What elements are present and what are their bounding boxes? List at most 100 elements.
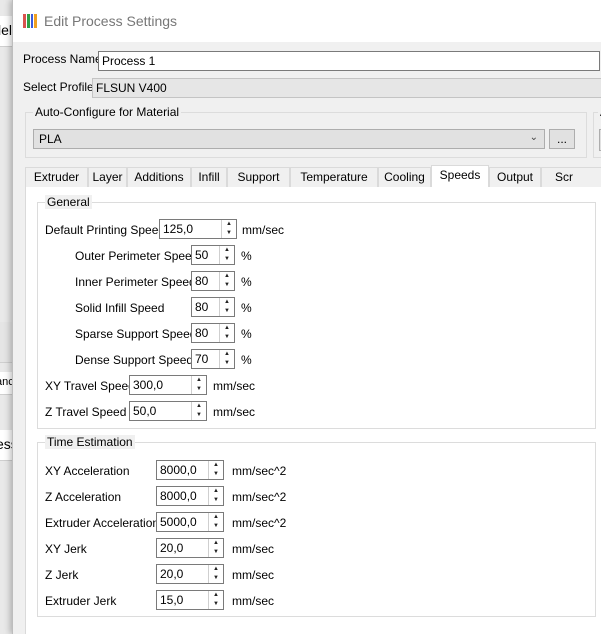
select-profile-label: Select Profile — [23, 80, 94, 94]
spin-buttons[interactable]: ▲ ▼ — [208, 539, 223, 557]
spin-up-icon[interactable]: ▲ — [192, 376, 206, 385]
spin-up-icon[interactable]: ▲ — [209, 539, 223, 548]
spin-up-icon[interactable]: ▲ — [209, 591, 223, 600]
spin-down-icon[interactable]: ▼ — [209, 574, 223, 583]
tab-cooling[interactable]: Cooling — [378, 167, 431, 187]
spin-up-icon[interactable]: ▲ — [209, 461, 223, 470]
xy-jerk-input[interactable]: 20,0 ▲ ▼ — [156, 538, 224, 558]
extruder-jerk-input[interactable]: 15,0 ▲ ▼ — [156, 590, 224, 610]
sparse-support-input[interactable]: 80 ▲ ▼ — [191, 323, 235, 343]
general-title: General — [45, 195, 92, 209]
default-speed-label: Default Printing Speed — [45, 223, 166, 237]
tab-output[interactable]: Output — [489, 167, 541, 187]
spin-down-icon[interactable]: ▼ — [220, 255, 234, 264]
spin-up-icon[interactable]: ▲ — [220, 298, 234, 307]
spin-up-icon[interactable]: ▲ — [222, 220, 236, 229]
z-jerk-unit: mm/sec — [232, 568, 274, 582]
spin-down-icon[interactable]: ▼ — [209, 522, 223, 531]
tab-support[interactable]: Support — [227, 167, 290, 187]
sparse-support-label: Sparse Support Speed — [75, 327, 197, 341]
z-jerk-label: Z Jerk — [45, 568, 79, 582]
spin-buttons[interactable]: ▲ ▼ — [191, 402, 206, 420]
xy-jerk-unit: mm/sec — [232, 542, 274, 556]
spin-down-icon[interactable]: ▼ — [220, 359, 234, 368]
material-more-button[interactable]: ... — [549, 129, 575, 149]
tab-speeds[interactable]: Speeds — [431, 165, 489, 187]
spin-up-icon[interactable]: ▲ — [192, 402, 206, 411]
spin-buttons[interactable]: ▲ ▼ — [208, 461, 223, 479]
extruder-accel-input[interactable]: 5000,0 ▲ ▼ — [156, 512, 224, 532]
z-travel-value: 50,0 — [133, 404, 157, 418]
tab-scripts[interactable]: Scr — [541, 167, 601, 187]
xy-travel-input[interactable]: 300,0 ▲ ▼ — [129, 375, 207, 395]
default-speed-unit: mm/sec — [242, 223, 284, 237]
tab-temperature[interactable]: Temperature — [290, 167, 378, 187]
spin-buttons[interactable]: ▲ ▼ — [191, 376, 206, 394]
process-name-input[interactable]: Process 1 — [98, 51, 600, 71]
default-speed-input[interactable]: 125,0 ▲ ▼ — [159, 219, 237, 239]
spin-down-icon[interactable]: ▼ — [192, 411, 206, 420]
edit-process-dialog: Edit Process Settings Process Name Proce… — [12, 0, 601, 634]
spin-down-icon[interactable]: ▼ — [209, 496, 223, 505]
tab-layer[interactable]: Layer — [88, 167, 127, 187]
spin-down-icon[interactable]: ▼ — [220, 333, 234, 342]
extruder-accel-label: Extruder Acceleration — [45, 516, 160, 530]
spin-up-icon[interactable]: ▲ — [209, 513, 223, 522]
dense-support-value: 70 — [195, 352, 209, 366]
time-estimation-title: Time Estimation — [45, 435, 135, 449]
z-accel-label: Z Acceleration — [45, 490, 122, 504]
spin-down-icon[interactable]: ▼ — [222, 229, 236, 238]
spin-buttons[interactable]: ▲ ▼ — [219, 246, 234, 264]
spin-buttons[interactable]: ▲ ▼ — [219, 350, 234, 368]
spin-buttons[interactable]: ▲ ▼ — [208, 591, 223, 609]
spin-down-icon[interactable]: ▼ — [209, 548, 223, 557]
extruder-jerk-label: Extruder Jerk — [45, 594, 117, 608]
dense-support-unit: % — [241, 353, 252, 367]
spin-down-icon[interactable]: ▼ — [220, 307, 234, 316]
inner-perimeter-unit: % — [241, 275, 252, 289]
tab-extruder[interactable]: Extruder — [25, 167, 88, 187]
dialog-title: Edit Process Settings — [44, 13, 178, 29]
z-travel-input[interactable]: 50,0 ▲ ▼ — [129, 401, 207, 421]
z-accel-unit: mm/sec^2 — [232, 490, 287, 504]
process-name-row: Process Name — [23, 52, 102, 66]
spin-buttons[interactable]: ▲ ▼ — [219, 272, 234, 290]
tab-infill[interactable]: Infill — [191, 167, 227, 187]
z-accel-input[interactable]: 8000,0 ▲ ▼ — [156, 486, 224, 506]
spin-down-icon[interactable]: ▼ — [209, 470, 223, 479]
z-jerk-input[interactable]: 20,0 ▲ ▼ — [156, 564, 224, 584]
material-select[interactable]: PLA ⌄ — [33, 129, 545, 149]
dense-support-input[interactable]: 70 ▲ ▼ — [191, 349, 235, 369]
tab-additions[interactable]: Additions — [127, 167, 191, 187]
spin-buttons[interactable]: ▲ ▼ — [219, 298, 234, 316]
spin-up-icon[interactable]: ▲ — [220, 350, 234, 359]
outer-perimeter-label: Outer Perimeter Speed — [75, 249, 199, 263]
spin-buttons[interactable]: ▲ ▼ — [208, 565, 223, 583]
spin-up-icon[interactable]: ▲ — [220, 246, 234, 255]
spin-up-icon[interactable]: ▲ — [220, 324, 234, 333]
spin-up-icon[interactable]: ▲ — [209, 565, 223, 574]
spin-down-icon[interactable]: ▼ — [220, 281, 234, 290]
spin-buttons[interactable]: ▲ ▼ — [208, 487, 223, 505]
xy-accel-label: XY Acceleration — [45, 464, 130, 478]
xy-accel-unit: mm/sec^2 — [232, 464, 287, 478]
xy-accel-input[interactable]: 8000,0 ▲ ▼ — [156, 460, 224, 480]
process-name-label: Process Name — [23, 52, 102, 66]
select-profile-row: Select Profile — [23, 80, 94, 94]
spin-buttons[interactable]: ▲ ▼ — [219, 324, 234, 342]
z-jerk-value: 20,0 — [160, 567, 184, 581]
spin-up-icon[interactable]: ▲ — [220, 272, 234, 281]
outer-perimeter-input[interactable]: 50 ▲ ▼ — [191, 245, 235, 265]
spin-down-icon[interactable]: ▼ — [209, 600, 223, 609]
spin-buttons[interactable]: ▲ ▼ — [208, 513, 223, 531]
z-accel-value: 8000,0 — [160, 489, 197, 503]
spin-up-icon[interactable]: ▲ — [209, 487, 223, 496]
solid-infill-input[interactable]: 80 ▲ ▼ — [191, 297, 235, 317]
outer-perimeter-unit: % — [241, 249, 252, 263]
spin-down-icon[interactable]: ▼ — [192, 385, 206, 394]
profile-select[interactable]: FLSUN V400 — [92, 78, 601, 98]
spin-buttons[interactable]: ▲ ▼ — [221, 220, 236, 238]
z-travel-unit: mm/sec — [213, 405, 255, 419]
extruder-accel-unit: mm/sec^2 — [232, 516, 287, 530]
inner-perimeter-input[interactable]: 80 ▲ ▼ — [191, 271, 235, 291]
